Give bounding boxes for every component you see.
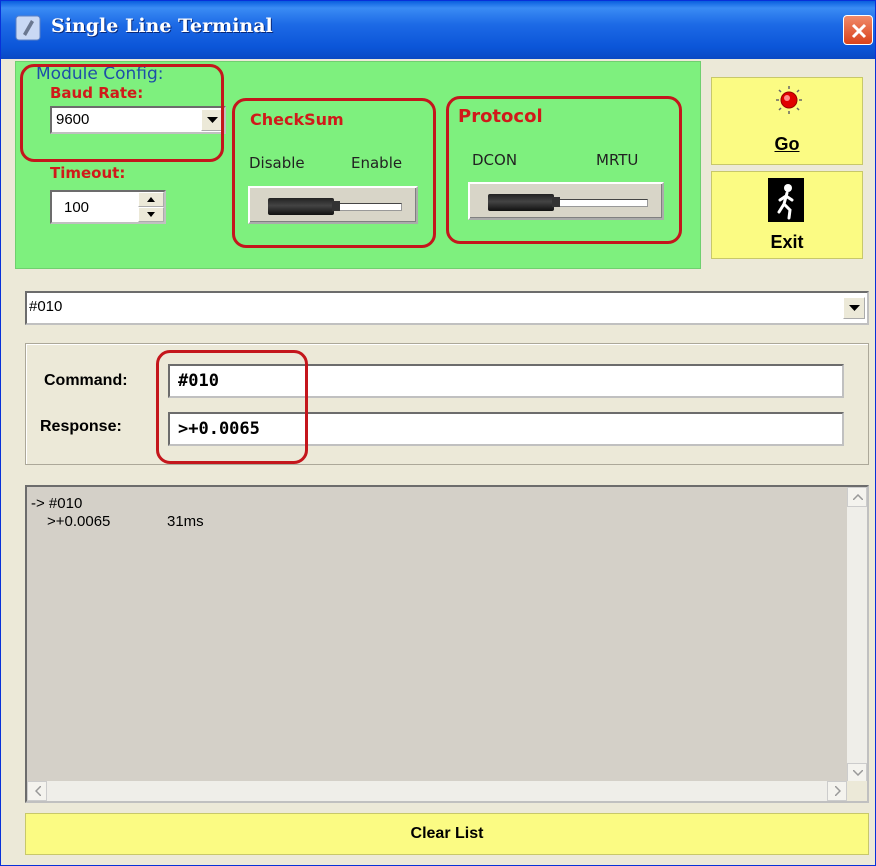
notepad-icon <box>15 15 41 41</box>
close-icon <box>851 23 867 39</box>
timeout-decrement-button[interactable] <box>138 207 164 222</box>
exit-button-label: Exit <box>770 232 804 252</box>
message-log-list[interactable]: -> #010 >+0.0065 31ms <box>25 485 869 803</box>
scroll-up-button[interactable] <box>847 487 867 507</box>
command-response-callout <box>156 350 308 464</box>
chevron-left-icon <box>35 786 41 796</box>
chevron-right-icon <box>835 786 841 796</box>
checksum-callout <box>232 98 436 248</box>
exit-person-icon <box>768 178 804 222</box>
timeout-label: Timeout: <box>50 164 126 182</box>
command-response-panel: Command: #010 Response: >+0.0065 <box>25 343 869 465</box>
command-label: Command: <box>44 372 128 389</box>
spin-up-icon <box>147 197 155 202</box>
clear-list-button[interactable]: Clear List <box>25 813 869 855</box>
window-title: Single Line Terminal <box>51 15 273 37</box>
scroll-left-button[interactable] <box>27 781 47 801</box>
clear-list-label: Clear List <box>410 825 484 842</box>
single-line-terminal-window: Single Line Terminal Module Config: Baud… <box>0 0 876 866</box>
spin-down-icon <box>147 212 155 217</box>
protocol-callout <box>446 96 682 244</box>
log-vertical-scrollbar[interactable] <box>847 487 867 783</box>
go-button[interactable]: Go <box>711 77 863 165</box>
scrollbar-corner <box>847 781 867 801</box>
red-light-icon <box>774 84 804 122</box>
response-label: Response: <box>40 418 122 435</box>
log-sent-line: -> #010 <box>31 495 83 512</box>
config-panel: Module Config: Baud Rate: 9600 Timeout: … <box>15 61 701 269</box>
timeout-spinbox[interactable]: 100 <box>50 190 166 224</box>
chevron-down-icon <box>853 770 863 776</box>
log-horizontal-scrollbar[interactable] <box>27 781 847 801</box>
go-button-label: Go <box>774 134 800 154</box>
log-received-line: >+0.0065 <box>47 513 111 530</box>
command-history-combo[interactable]: #010 <box>25 291 869 325</box>
exit-button[interactable]: Exit <box>711 171 863 259</box>
log-elapsed-time: 31ms <box>167 513 204 530</box>
close-button[interactable] <box>843 15 873 45</box>
scroll-right-button[interactable] <box>827 781 847 801</box>
timeout-value: 100 <box>64 199 90 216</box>
timeout-increment-button[interactable] <box>138 192 164 207</box>
command-history-value: #010 <box>29 298 63 315</box>
title-bar[interactable]: Single Line Terminal <box>1 1 875 59</box>
chevron-down-icon <box>849 305 860 311</box>
scroll-down-button[interactable] <box>847 763 867 783</box>
chevron-up-icon <box>853 494 863 500</box>
baud-rate-callout <box>20 64 224 162</box>
command-history-dropdown-button[interactable] <box>843 297 865 319</box>
